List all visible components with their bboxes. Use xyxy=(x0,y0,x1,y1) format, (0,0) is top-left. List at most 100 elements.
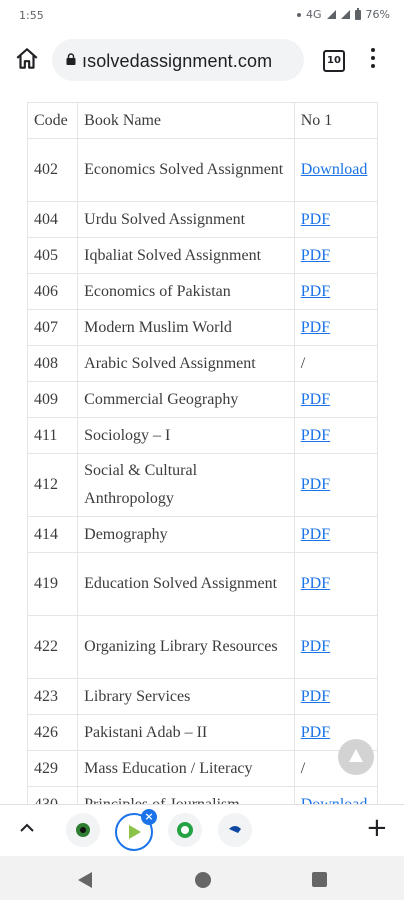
cell-code: 411 xyxy=(26,417,79,454)
no-link-text: / xyxy=(300,354,306,372)
cell-book-name: Commercial Geography xyxy=(77,381,295,418)
pdf-link[interactable]: PDF xyxy=(301,319,330,336)
pdf-link[interactable]: PDF xyxy=(301,476,330,493)
bottom-tab-bar: × + xyxy=(0,804,404,857)
recents-icon[interactable] xyxy=(312,872,327,887)
cell-book-name: Economics Solved Assignment xyxy=(77,138,295,202)
cell-link: PDF xyxy=(293,678,379,715)
pdf-link[interactable]: PDF xyxy=(301,427,330,444)
notification-dot-icon xyxy=(297,12,302,17)
plus-icon[interactable]: + xyxy=(366,815,388,841)
home-icon[interactable] xyxy=(14,46,40,72)
cell-book-name: Sociology – I xyxy=(77,417,295,454)
tab-favicon-active[interactable]: × xyxy=(115,809,157,851)
cell-code: 409 xyxy=(26,381,79,418)
cell-book-name: Library Services xyxy=(77,678,295,715)
table-row: 411 Sociology – I PDF xyxy=(26,417,379,454)
battery-icon xyxy=(354,7,361,20)
menu-icon[interactable] xyxy=(370,48,376,72)
cell-link: Download xyxy=(293,786,379,805)
cell-link: PDF xyxy=(293,309,379,346)
cell-code: 408 xyxy=(26,345,79,382)
site-favicon-icon xyxy=(229,826,241,833)
system-nav-bar xyxy=(0,856,404,900)
cell-link: PDF xyxy=(293,237,379,274)
cell-code: 404 xyxy=(26,201,79,238)
cell-book-name: Demography xyxy=(77,516,295,553)
cell-link: PDF xyxy=(293,516,379,553)
cell-book-name: Social & Cultural Anthropology xyxy=(77,453,295,517)
cell-book-name: Mass Education / Literacy xyxy=(77,750,295,787)
download-link[interactable]: Download xyxy=(301,161,368,178)
home-nav-icon[interactable] xyxy=(195,872,211,888)
tab-favicon-1[interactable] xyxy=(66,813,100,847)
pdf-link[interactable]: PDF xyxy=(301,283,330,300)
cell-book-name: Principles of Journalism xyxy=(77,786,295,804)
scroll-top-icon[interactable] xyxy=(338,739,374,775)
table-row: 409 Commercial Geography PDF xyxy=(26,381,379,418)
pdf-link[interactable]: PDF xyxy=(301,575,330,592)
tab-favicon-4[interactable] xyxy=(218,813,252,847)
cell-code: 423 xyxy=(26,678,79,715)
cell-code: 406 xyxy=(26,273,79,310)
table-row: 423 Library Services PDF xyxy=(26,678,379,715)
assignment-table: Code Book Name No 1 402 Economics Solved … xyxy=(26,102,379,805)
status-bar: 1:55 4G 76% xyxy=(0,0,404,32)
cell-link: PDF xyxy=(293,273,379,310)
assignment-table-container: Code Book Name No 1 402 Economics Solved … xyxy=(26,102,379,805)
close-tab-icon[interactable]: × xyxy=(141,809,157,825)
cell-code: 402 xyxy=(26,138,79,202)
cell-book-name: Urdu Solved Assignment xyxy=(77,201,295,238)
cell-book-name: Organizing Library Resources xyxy=(77,615,295,679)
header-code: Code xyxy=(26,102,79,139)
tab-favicon-3[interactable] xyxy=(168,813,202,847)
site-favicon-icon xyxy=(76,823,90,837)
cell-code: 414 xyxy=(26,516,79,553)
back-icon[interactable] xyxy=(78,872,92,888)
chevron-up-icon[interactable] xyxy=(18,819,36,837)
cell-book-name: Iqbaliat Solved Assignment xyxy=(77,237,295,274)
cell-code: 405 xyxy=(26,237,79,274)
table-row: 406 Economics of Pakistan PDF xyxy=(26,273,379,310)
pdf-link[interactable]: PDF xyxy=(301,211,330,228)
cell-link: PDF xyxy=(293,417,379,454)
table-row: 419 Education Solved Assignment PDF xyxy=(26,552,379,616)
pdf-link[interactable]: PDF xyxy=(301,526,330,543)
table-header-row: Code Book Name No 1 xyxy=(26,102,379,139)
pdf-link[interactable]: PDF xyxy=(301,391,330,408)
pdf-link[interactable]: PDF xyxy=(301,688,330,705)
table-row: 405 Iqbaliat Solved Assignment PDF xyxy=(26,237,379,274)
table-row: 412 Social & Cultural Anthropology PDF xyxy=(26,453,379,517)
cell-book-name: Pakistani Adab – II xyxy=(77,714,295,751)
status-icons: 4G 76% xyxy=(297,7,390,21)
cell-book-name: Economics of Pakistan xyxy=(77,273,295,310)
cell-code: 429 xyxy=(26,750,79,787)
signal-icon xyxy=(326,10,336,19)
cell-link: PDF xyxy=(293,615,379,679)
cell-code: 422 xyxy=(26,615,79,679)
pdf-link[interactable]: PDF xyxy=(301,724,330,741)
download-link[interactable]: Download xyxy=(301,796,368,805)
cell-code: 407 xyxy=(26,309,79,346)
table-row: 407 Modern Muslim World PDF xyxy=(26,309,379,346)
table-row: 429 Mass Education / Literacy / xyxy=(26,750,379,787)
table-row: 408 Arabic Solved Assignment / xyxy=(26,345,379,382)
tab-switcher-button[interactable]: 10 xyxy=(323,50,345,72)
browser-toolbar: ısolvedassignment.com 10 xyxy=(0,32,404,88)
cell-link: PDF xyxy=(293,552,379,616)
status-time: 1:55 xyxy=(19,9,44,22)
url-text[interactable]: ısolvedassignment.com xyxy=(82,51,272,72)
table-row: 426 Pakistani Adab – II PDF xyxy=(26,714,379,751)
cell-book-name: Arabic Solved Assignment xyxy=(77,345,295,382)
pdf-link[interactable]: PDF xyxy=(301,638,330,655)
cell-code: 430 xyxy=(26,786,79,804)
table-row: 422 Organizing Library Resources PDF xyxy=(26,615,379,679)
pdf-link[interactable]: PDF xyxy=(301,247,330,264)
cell-code: 426 xyxy=(26,714,79,751)
address-bar[interactable]: ısolvedassignment.com xyxy=(52,39,304,81)
cell-link: Download xyxy=(293,138,379,202)
table-row: 404 Urdu Solved Assignment PDF xyxy=(26,201,379,238)
page-content: Code Book Name No 1 402 Economics Solved … xyxy=(0,88,404,804)
table-row: 430 Principles of Journalism Download xyxy=(26,786,379,805)
cell-book-name: Education Solved Assignment xyxy=(77,552,295,616)
